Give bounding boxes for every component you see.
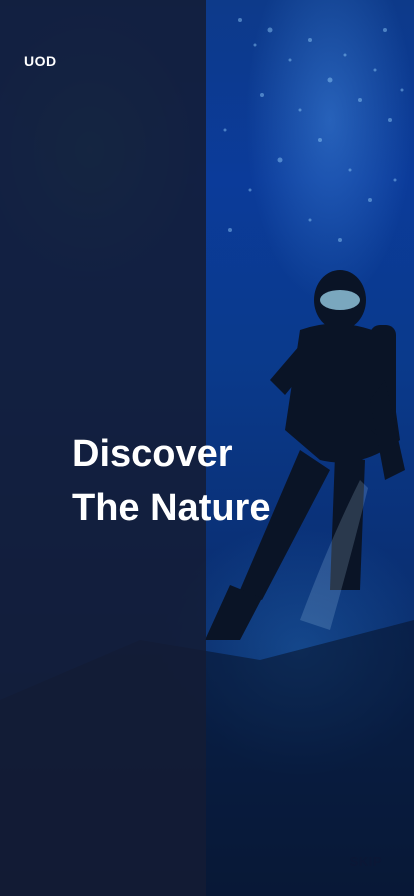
onboarding-screen: UOD Discover The Nature SKIP <box>0 0 414 896</box>
hero-title: Discover The Nature <box>72 427 270 535</box>
skip-button[interactable]: SKIP <box>350 854 382 869</box>
hero-title-line-1: Discover <box>72 433 233 475</box>
app-logo: UOD <box>24 53 57 69</box>
hero-title-line-2: The Nature <box>72 487 271 529</box>
